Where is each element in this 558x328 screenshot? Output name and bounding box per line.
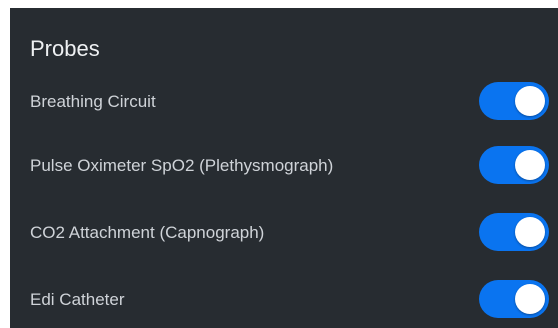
probe-label: Edi Catheter <box>30 290 125 309</box>
toggle-knob <box>515 284 545 314</box>
probe-label: Breathing Circuit <box>30 92 156 111</box>
edi-catheter-toggle[interactable] <box>479 280 549 318</box>
probe-label: CO2 Attachment (Capnograph) <box>30 223 265 242</box>
probe-row-edi-catheter: Edi Catheter <box>10 278 558 322</box>
probes-panel: Probes Breathing Circuit Pulse Oximeter … <box>10 8 558 328</box>
toggle-knob <box>515 217 545 247</box>
toggle-knob <box>515 86 545 116</box>
pulse-oximeter-toggle[interactable] <box>479 146 549 184</box>
toggle-knob <box>515 150 545 180</box>
breathing-circuit-toggle[interactable] <box>479 82 549 120</box>
section-title: Probes <box>30 36 100 61</box>
co2-attachment-toggle[interactable] <box>479 213 549 251</box>
probe-row-pulse-oximeter: Pulse Oximeter SpO2 (Plethysmograph) <box>10 144 558 188</box>
probe-label: Pulse Oximeter SpO2 (Plethysmograph) <box>30 156 334 175</box>
probe-row-co2-attachment: CO2 Attachment (Capnograph) <box>10 211 558 255</box>
probe-row-breathing-circuit: Breathing Circuit <box>10 80 558 124</box>
